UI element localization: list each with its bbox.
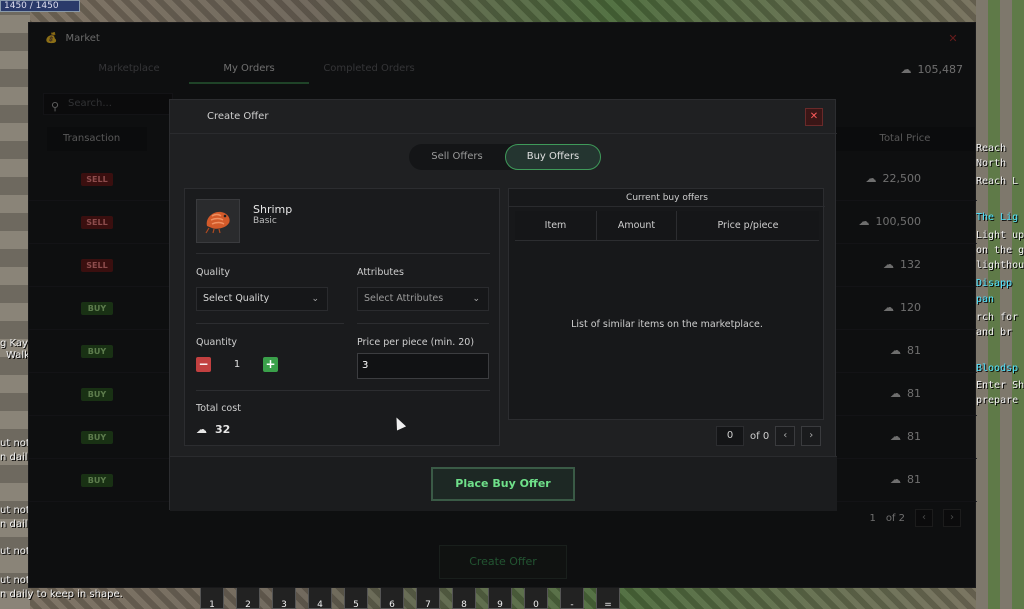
offers-page-total: of 0	[750, 430, 770, 442]
chevron-down-icon: ⌄	[311, 294, 319, 304]
attributes-select[interactable]: Select Attributes ⌄	[357, 287, 489, 311]
hotbar-slot[interactable]: 7	[416, 586, 440, 609]
quest-text: Light up	[976, 230, 1024, 241]
attributes-label: Attributes	[357, 267, 404, 278]
price-per-piece-input[interactable]: 3	[357, 353, 489, 379]
quest-text: North	[976, 158, 1007, 169]
item-tier: Basic	[253, 216, 277, 226]
quest-text: Enter Sh	[976, 380, 1024, 391]
quantity-stepper: − 1 +	[196, 357, 278, 372]
quest-text: lighthou	[976, 260, 1024, 271]
chat-line: n daily to keep in shape.	[0, 589, 123, 600]
dialog-title: Create Offer	[207, 111, 269, 122]
column-header-item[interactable]: Item	[515, 211, 597, 240]
increase-quantity-button[interactable]: +	[263, 357, 278, 372]
quest-text: The Lig	[976, 212, 1019, 223]
offers-empty-message: List of similar items on the marketplace…	[571, 319, 763, 330]
chat-line: g Kay	[0, 338, 28, 349]
offer-form: Shrimp Basic Quality Attributes Select Q…	[184, 188, 500, 446]
hotbar-slot[interactable]: 3	[272, 586, 296, 609]
attributes-value: Select Attributes	[364, 293, 444, 304]
current-offers-title: Current buy offers	[509, 189, 825, 207]
item-name: Shrimp	[253, 203, 293, 216]
offer-type-toggle: Sell Offers Buy Offers	[409, 144, 601, 170]
quality-value: Select Quality	[203, 293, 270, 304]
column-header-amount[interactable]: Amount	[597, 211, 677, 240]
column-header-price[interactable]: Price p/piece	[677, 211, 819, 240]
buy-offers-tab[interactable]: Buy Offers	[505, 144, 601, 170]
total-cost: ☁ 32	[196, 423, 230, 436]
quest-text: prepare	[976, 395, 1019, 406]
hotbar-slot[interactable]: 9	[488, 586, 512, 609]
total-cost-label: Total cost	[196, 403, 241, 414]
hotbar-slot[interactable]: 1	[200, 586, 224, 609]
hotbar-slot[interactable]: 8	[452, 586, 476, 609]
total-cost-value: 32	[215, 423, 231, 436]
quest-text: Reach L	[976, 176, 1019, 187]
hotbar-slot[interactable]: 6	[380, 586, 404, 609]
shrimp-icon	[205, 211, 230, 234]
quest-text: and br	[976, 327, 1013, 338]
hotbar-slot[interactable]: 5	[344, 586, 368, 609]
hotbar: 1 2 3 4 5 6 7 8 9 0 - =	[200, 586, 620, 609]
next-page-button[interactable]: ›	[801, 426, 822, 446]
hotbar-slot[interactable]: -	[560, 586, 584, 609]
quality-label: Quality	[196, 267, 230, 278]
sell-offers-tab[interactable]: Sell Offers	[409, 144, 505, 170]
close-icon[interactable]: ✕	[805, 108, 823, 126]
current-offers-panel: Current buy offers Item Amount Price p/p…	[508, 188, 825, 420]
chevron-down-icon: ⌄	[472, 294, 480, 304]
hotbar-slot[interactable]: =	[596, 586, 620, 609]
chat-line: Walk	[6, 350, 30, 361]
quest-text: on the g	[976, 245, 1024, 256]
decrease-quantity-button[interactable]: −	[196, 357, 211, 372]
divider	[357, 323, 489, 324]
hotbar-slot[interactable]: 2	[236, 586, 260, 609]
quest-text: Disapp	[976, 278, 1013, 289]
health-bar: 1450 / 1450	[0, 0, 80, 12]
divider	[196, 323, 344, 324]
prev-page-button[interactable]: ‹	[775, 426, 796, 446]
offers-page-input[interactable]: 0	[716, 426, 744, 446]
quantity-label: Quantity	[196, 337, 238, 348]
quest-text: rch for	[976, 312, 1019, 323]
offers-pager: 0 of 0 ‹ ›	[716, 426, 822, 446]
game-left-terrain	[0, 0, 30, 609]
quest-text: Reach	[976, 143, 1007, 154]
quantity-value[interactable]: 1	[219, 359, 255, 370]
quest-text: Bloodsp	[976, 363, 1019, 374]
price-label: Price per piece (min. 20)	[357, 337, 475, 348]
quest-text: pan	[976, 294, 995, 305]
divider	[196, 253, 490, 254]
place-buy-offer-button[interactable]: Place Buy Offer	[431, 467, 575, 501]
divider	[196, 390, 490, 391]
create-offer-dialog: Create Offer ✕ Sell Offers Buy Offers Sh…	[169, 99, 837, 511]
item-thumbnail	[196, 199, 240, 243]
coins-icon: ☁	[196, 423, 207, 436]
hotbar-slot[interactable]: 4	[308, 586, 332, 609]
dialog-header: Create Offer ✕	[170, 100, 837, 134]
dialog-footer: Place Buy Offer	[170, 456, 837, 511]
hotbar-slot[interactable]: 0	[524, 586, 548, 609]
offers-table-header: Item Amount Price p/piece	[515, 211, 819, 241]
quality-select[interactable]: Select Quality ⌄	[196, 287, 328, 311]
